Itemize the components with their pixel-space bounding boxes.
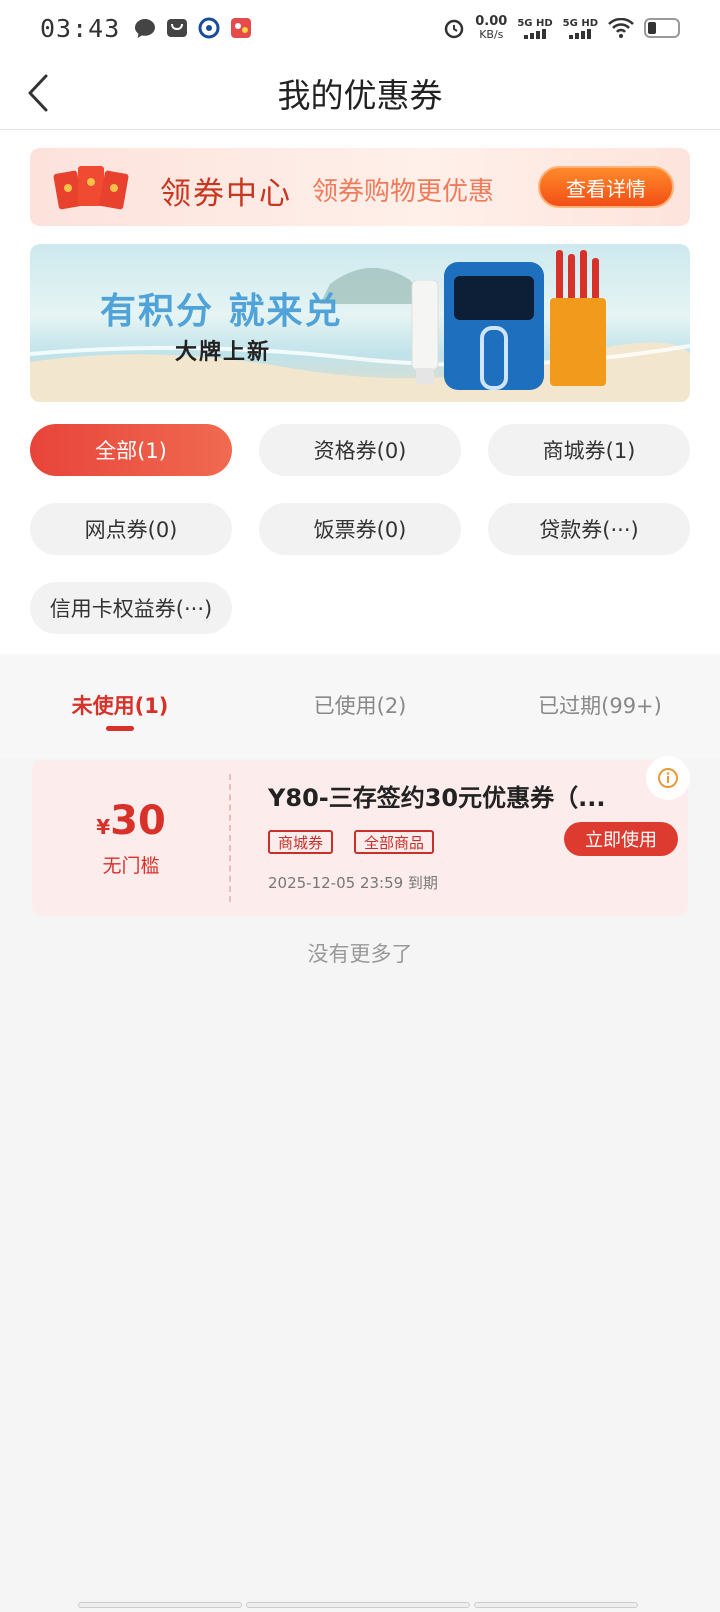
dashed-divider — [229, 774, 231, 902]
red-envelope-icon — [53, 166, 129, 210]
no-more-text: 没有更多了 — [307, 942, 413, 966]
amount-value: 30 — [110, 797, 166, 844]
coupon-value-section: ¥30 无门槛 — [32, 760, 230, 916]
filter-chip-branch[interactable]: 网点券(0) — [30, 503, 232, 555]
coupon-condition: 无门槛 — [102, 854, 160, 877]
game-app-icon — [231, 18, 252, 38]
coupon-center-banner[interactable]: 领券中心 领券购物更优惠 查看详情 — [30, 148, 690, 226]
filter-chip-meal[interactable]: 饭票券(0) — [259, 503, 461, 555]
view-details-button[interactable]: 查看详情 — [538, 166, 674, 208]
air-fryer-icon — [444, 262, 544, 390]
home-indicator — [78, 1602, 638, 1608]
signal-1-label: 5G HD — [517, 17, 553, 29]
filter-chip-loan[interactable]: 贷款券(···) — [488, 503, 690, 555]
coupon-tag-all-products: 全部商品 — [354, 830, 435, 854]
page-title: 我的优惠券 — [277, 75, 443, 115]
signal-2-label: 5G HD — [562, 17, 598, 29]
status-bar: 03:43 0.00 KB/s 5G HD 5G HD — [0, 0, 720, 56]
chevron-left-icon — [28, 74, 48, 112]
tab-used[interactable]: 已使用(2) — [240, 690, 480, 720]
knife-block-icon — [550, 250, 606, 386]
coupon-center-subtitle: 领券购物更优惠 — [312, 177, 495, 207]
battery-icon — [644, 18, 680, 38]
filter-chip-qualification[interactable]: 资格券(0) — [259, 424, 461, 476]
back-button[interactable] — [18, 73, 58, 113]
coupon-amount: ¥30 — [96, 799, 166, 849]
filter-chip-all[interactable]: 全部(1) — [30, 424, 232, 476]
lotion-tube-icon — [411, 280, 439, 384]
signal-2: 5G HD — [563, 18, 598, 39]
speed-unit: KB/s — [479, 28, 504, 41]
coupon-center-title: 领券中心 — [160, 176, 292, 212]
notification-icons — [134, 17, 252, 39]
nav-bar: 我的优惠券 — [0, 56, 720, 130]
status-time: 03:43 — [40, 13, 121, 43]
banner-subtitle: 大牌上新 — [175, 340, 272, 365]
tab-unused[interactable]: 未使用(1) — [0, 690, 240, 720]
currency-symbol: ¥ — [96, 814, 111, 839]
chat-notification-icon — [135, 19, 156, 38]
banner-title: 有积分 就来兑 — [100, 291, 343, 332]
coupon-name: Y80-三存签约30元优惠券（... — [268, 784, 606, 812]
shopping-bag-icon — [167, 19, 188, 37]
coupon-expiry: 2025-12-05 23:59 到期 — [268, 874, 438, 892]
filter-chip-mall[interactable]: 商城券(1) — [488, 424, 690, 476]
coupon-card[interactable]: ¥30 无门槛 Y80-三存签约30元优惠券（... 商城券 全部商品 2025… — [32, 756, 690, 916]
points-promo-banner[interactable]: 有积分 就来兑 大牌上新 — [30, 244, 690, 402]
wifi-icon — [608, 18, 634, 38]
tab-expired[interactable]: 已过期(99+) — [480, 690, 720, 720]
info-icon — [658, 768, 678, 788]
status-tabs: 未使用(1) 已使用(2) 已过期(99+) — [0, 654, 720, 758]
network-speed: 0.00 KB/s — [475, 15, 507, 41]
system-icons: 0.00 KB/s 5G HD 5G HD — [443, 15, 680, 41]
use-now-button[interactable]: 立即使用 — [564, 822, 678, 856]
active-tab-indicator — [106, 726, 134, 731]
alarm-icon — [445, 19, 464, 39]
signal-1: 5G HD — [517, 17, 553, 39]
speed-value: 0.00 — [475, 14, 508, 29]
coupon-tag-mall: 商城券 — [268, 830, 334, 854]
filter-chip-credit-card[interactable]: 信用卡权益券(···) — [30, 582, 232, 634]
app-logo-icon — [198, 17, 220, 39]
info-button[interactable] — [646, 756, 690, 800]
